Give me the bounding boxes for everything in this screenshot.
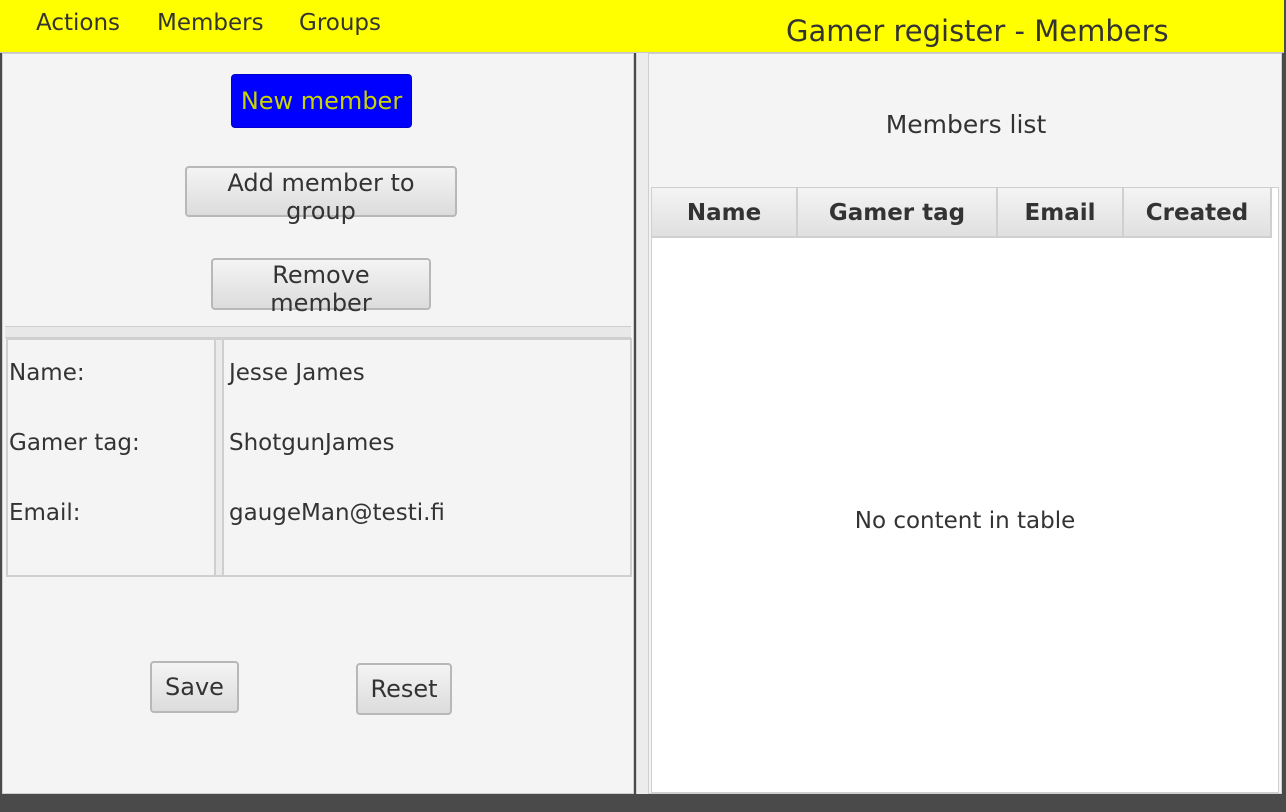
email-label: Email: [9,500,81,526]
column-header-name[interactable]: Name [652,188,798,238]
email-value: gaugeMan@testi.fi [229,500,445,526]
members-table[interactable]: Name Gamer tag Email Created No content … [651,187,1279,793]
name-value: Jesse James [229,360,365,386]
panel-divider[interactable] [5,326,631,338]
app-title: Gamer register - Members [786,14,1169,48]
new-member-button[interactable]: New member [231,74,412,128]
save-button[interactable]: Save [150,661,239,713]
name-label: Name: [9,360,85,386]
member-actions-panel: New member Add member to group Remove me… [2,53,634,794]
grid-column-divider [214,340,224,575]
menu-actions[interactable]: Actions [36,10,120,36]
members-list-panel: Members list Name Gamer tag Email Create… [648,53,1282,794]
remove-member-button[interactable]: Remove member [211,258,431,317]
column-header-gamer-tag[interactable]: Gamer tag [798,188,998,238]
column-header-email[interactable]: Email [998,188,1124,238]
reset-button[interactable]: Reset [356,663,452,715]
column-header-created[interactable]: Created [1124,188,1272,238]
menu-members[interactable]: Members [157,10,264,36]
table-header: Name Gamer tag Email Created [652,188,1278,240]
members-list-title: Members list [885,110,1047,139]
add-member-to-group-button[interactable]: Add member to group [185,166,457,225]
menu-groups[interactable]: Groups [299,10,381,36]
gamer-tag-label: Gamer tag: [9,430,140,456]
gamer-tag-value: ShotgunJames [229,430,395,456]
table-empty-placeholder: No content in table [854,508,1076,534]
top-bar: Actions Members Groups Gamer register - … [0,0,1284,53]
member-details-grid: Name: Jesse James Gamer tag: ShotgunJame… [6,338,632,577]
